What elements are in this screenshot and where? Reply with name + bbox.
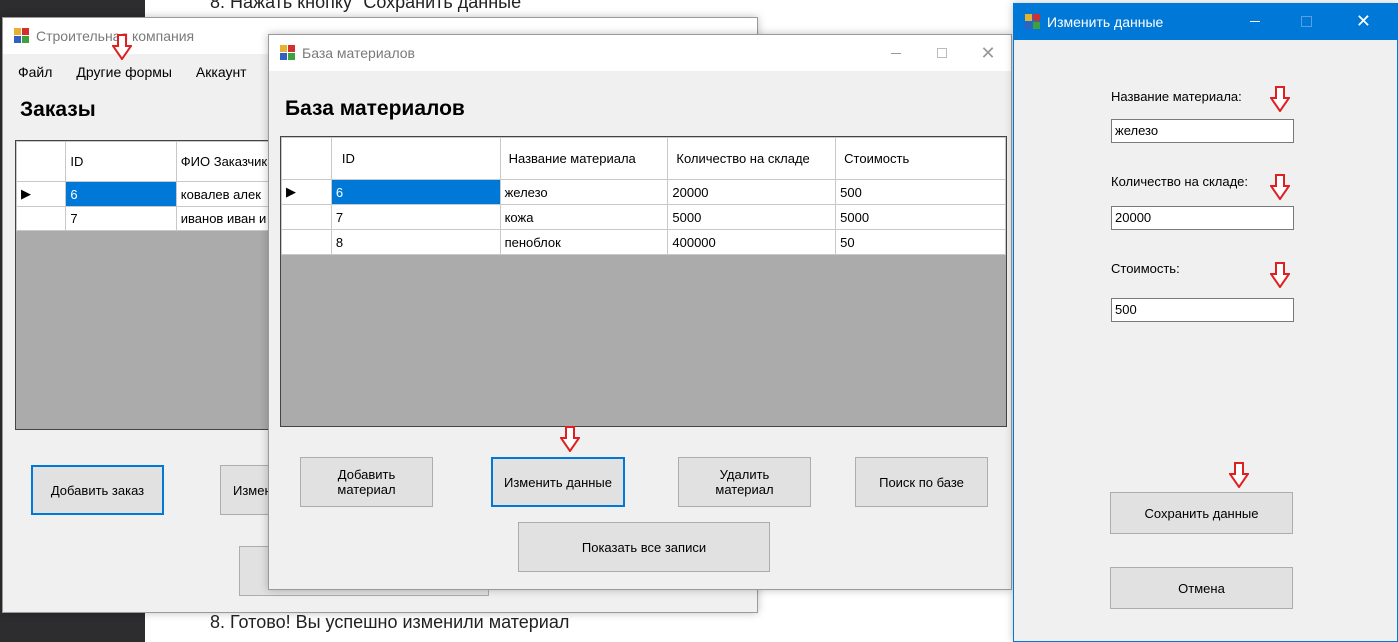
search-database-button[interactable]: Поиск по базе (855, 457, 988, 507)
maximize-button[interactable] (1301, 16, 1312, 27)
red-arrow-icon (1270, 86, 1290, 112)
table-row[interactable]: ▶ 6 железо 20000 500 (281, 179, 1006, 205)
material-name-field[interactable]: железо (1111, 119, 1294, 143)
table-row[interactable]: 7 кожа 5000 5000 (281, 204, 1006, 230)
cell-id[interactable]: 6 (65, 181, 177, 207)
column-header-quantity[interactable]: Количество на складе (667, 137, 837, 180)
cell-id[interactable]: 8 (330, 229, 501, 255)
materials-heading: База материалов (285, 97, 465, 120)
cell-id[interactable]: 7 (330, 204, 501, 230)
row-selector-current[interactable]: ▶ (15, 181, 67, 207)
row-selector-current[interactable]: ▶ (281, 179, 332, 205)
edit-data-window: Изменить данные ✕ Название материала: же… (1013, 3, 1398, 642)
column-header-id[interactable]: ID (65, 141, 177, 182)
close-button[interactable]: ✕ (965, 35, 1011, 71)
red-arrow-icon (112, 34, 132, 60)
materials-grid[interactable]: ID Название материала Количество на скла… (280, 136, 1007, 427)
price-label: Стоимость: (1111, 261, 1180, 276)
cell-id[interactable]: 6 (330, 179, 501, 205)
row-selector[interactable] (15, 206, 67, 231)
minimize-button[interactable] (1250, 21, 1260, 22)
edit-window-title: Изменить данные (1047, 14, 1164, 30)
save-data-button[interactable]: Сохранить данные (1110, 492, 1293, 534)
cell-name[interactable]: пеноблок (499, 229, 669, 255)
price-field[interactable]: 500 (1111, 298, 1294, 322)
cell-quantity[interactable]: 20000 (667, 179, 837, 205)
show-all-records-button[interactable]: Показать все записи (518, 522, 770, 572)
add-material-button[interactable]: Добавить материал (300, 457, 433, 507)
table-row[interactable]: 8 пеноблок 400000 50 (281, 229, 1006, 255)
material-name-label: Название материала: (1111, 89, 1242, 104)
quantity-field[interactable]: 20000 (1111, 206, 1294, 230)
menu-other-forms[interactable]: Другие формы (76, 64, 172, 80)
app-icon (280, 45, 296, 61)
cell-quantity[interactable]: 5000 (667, 204, 837, 230)
maximize-button[interactable] (919, 35, 965, 71)
red-arrow-icon (1270, 262, 1290, 288)
grid-corner (281, 137, 332, 180)
cell-id[interactable]: 7 (65, 206, 177, 231)
cell-name[interactable]: железо (499, 179, 669, 205)
edit-data-button[interactable]: Изменить данные (491, 457, 625, 507)
cell-price[interactable]: 50 (835, 229, 1006, 255)
menu-account[interactable]: Аккаунт (196, 64, 247, 80)
doc-step-text-bottom: 8. Готово! Вы успешно изменили материал (210, 612, 570, 632)
column-header-id[interactable]: ID (330, 137, 501, 180)
grid-corner (15, 141, 67, 182)
app-icon (14, 28, 30, 44)
cell-price[interactable]: 5000 (835, 204, 1006, 230)
edit-titlebar: Изменить данные ✕ (1014, 4, 1397, 40)
red-arrow-icon (1270, 174, 1290, 200)
cell-price[interactable]: 500 (835, 179, 1006, 205)
row-selector[interactable] (281, 204, 332, 230)
cancel-button[interactable]: Отмена (1110, 567, 1293, 609)
red-arrow-icon (1229, 462, 1249, 488)
delete-material-button[interactable]: Удалить материал (678, 457, 811, 507)
materials-titlebar: База материалов ✕ (269, 35, 1011, 71)
cell-quantity[interactable]: 400000 (667, 229, 837, 255)
add-order-button[interactable]: Добавить заказ (31, 465, 164, 515)
doc-step-text-top: 8. Нажать кнопку "Сохранить данные" (210, 0, 528, 12)
menu-file[interactable]: Файл (18, 64, 52, 80)
red-arrow-icon (560, 426, 580, 452)
row-selector[interactable] (281, 229, 332, 255)
materials-window-title: База материалов (302, 45, 415, 61)
column-header-price[interactable]: Стоимость (835, 137, 1006, 180)
close-button[interactable]: ✕ (1356, 11, 1371, 32)
materials-window: База материалов ✕ База материалов ID Наз… (268, 34, 1012, 590)
quantity-label: Количество на складе: (1111, 174, 1249, 189)
cell-name[interactable]: кожа (499, 204, 669, 230)
app-icon (1025, 14, 1041, 30)
column-header-material-name[interactable]: Название материала (499, 137, 669, 180)
orders-heading: Заказы (20, 98, 96, 121)
minimize-button[interactable] (873, 35, 919, 71)
